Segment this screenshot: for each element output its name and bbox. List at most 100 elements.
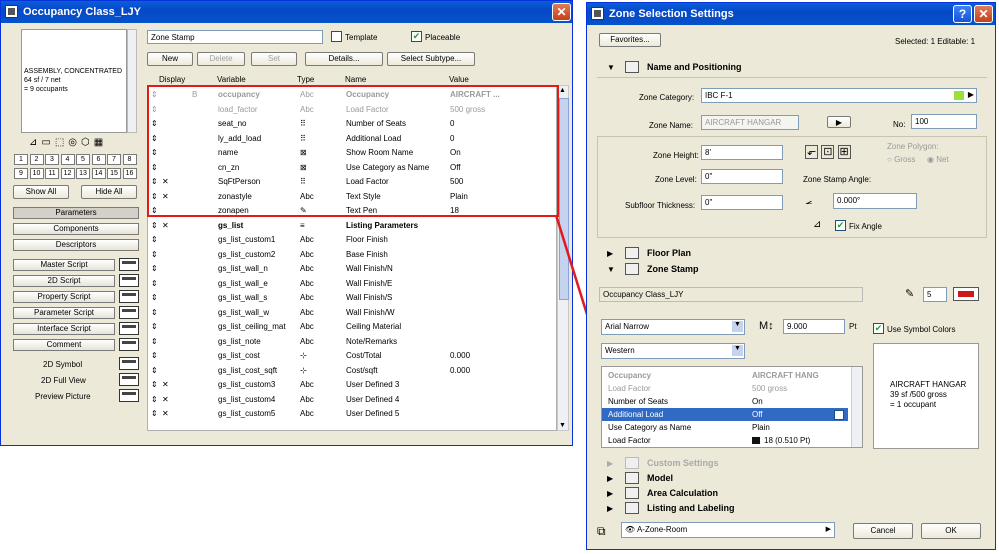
value-cell[interactable]: 18 (450, 206, 459, 215)
stamp-param-value[interactable]: Off (752, 410, 763, 419)
interface-script-button[interactable]: Interface Script (13, 323, 115, 335)
name-cell[interactable]: Cost/sqft (346, 366, 378, 375)
section-floor-plan[interactable]: ▶ Floor Plan (587, 246, 995, 261)
view-list-icon[interactable]: ▦ (94, 137, 107, 148)
net-radio[interactable]: ◉ Net (927, 155, 949, 164)
table-row[interactable]: ⇕ cn_zn ⊠ Use Category as Name Off (148, 160, 556, 174)
view-cube-icon[interactable]: ⬡ (81, 137, 94, 148)
table-row[interactable]: ⇕ zonapen ✎ Text Pen 18 (148, 203, 556, 217)
rectangle-method-icon[interactable]: ⊡ (821, 145, 835, 159)
number-button[interactable]: 14 (91, 168, 106, 179)
zone-level-field[interactable]: 0" (701, 169, 783, 184)
name-cell[interactable]: Load Factor (346, 177, 389, 186)
col-name[interactable]: Name (345, 75, 366, 84)
2d-full-view-window-icon[interactable] (119, 373, 139, 386)
table-row[interactable]: ⇕ ✕ gs_list ≡ Listing Parameters (148, 218, 556, 232)
name-cell[interactable]: Wall Finish/E (346, 279, 392, 288)
value-cell[interactable]: 500 (450, 177, 463, 186)
variable-cell[interactable]: SqFtPerson (218, 177, 260, 186)
zone-category-select[interactable]: IBC F-1 ▶ (701, 88, 977, 103)
variable-cell[interactable]: gs_list_note (218, 337, 261, 346)
stamp-param-row[interactable]: Load Factor 18 (0.510 Pt) (602, 434, 848, 447)
property-script-button[interactable]: Property Script (13, 291, 115, 303)
variable-cell[interactable]: occupancy (218, 90, 260, 99)
view-plan-icon[interactable]: ▭ (41, 137, 54, 148)
number-button[interactable]: 7 (107, 154, 121, 165)
name-cell[interactable]: Base Finish (346, 250, 388, 259)
placeable-checkbox[interactable]: ✔ (411, 31, 422, 42)
delete-button[interactable]: Delete (197, 52, 245, 66)
col-type[interactable]: Type (297, 75, 314, 84)
number-button[interactable]: 9 (14, 168, 28, 179)
name-cell[interactable]: Show Room Name (346, 148, 413, 157)
value-cell[interactable]: Off (450, 163, 461, 172)
2d-symbol-window-icon[interactable] (119, 357, 139, 370)
details-button[interactable]: Details... (305, 52, 383, 66)
name-cell[interactable]: Number of Seats (346, 119, 406, 128)
stamp-param-value[interactable]: AIRCRAFT HANG (752, 371, 819, 380)
table-row[interactable]: ⇕ ✕ gs_list_custom4 Abc User Defined 4 (148, 392, 556, 406)
stamp-param-row[interactable]: Use Category as Name Plain (602, 421, 848, 434)
variable-cell[interactable]: gs_list_wall_n (218, 264, 268, 273)
col-variable[interactable]: Variable (217, 75, 246, 84)
name-cell[interactable]: Additional Load (346, 134, 401, 143)
value-cell[interactable]: 0 (450, 119, 454, 128)
view-3d-icon[interactable]: ⬚ (55, 137, 68, 148)
section-model[interactable]: ▶ Model (587, 471, 995, 486)
number-button[interactable]: 10 (29, 168, 44, 179)
zone-number-field[interactable]: 100 (911, 114, 977, 129)
pen-color-swatch[interactable] (953, 287, 979, 301)
name-cell[interactable]: Text Pen (346, 206, 377, 215)
table-row[interactable]: ⇕ gs_list_custom1 Abc Floor Finish (148, 232, 556, 246)
col-value[interactable]: Value (449, 75, 469, 84)
preview-scrollbar[interactable] (127, 29, 137, 133)
name-cell[interactable]: Occupancy (346, 90, 389, 99)
nav-components[interactable]: Components (13, 223, 139, 235)
name-cell[interactable]: Listing Parameters (346, 221, 418, 230)
stamp-name-field[interactable]: Occupancy Class_LJY (599, 287, 863, 302)
name-cell[interactable]: Wall Finish/S (346, 293, 392, 302)
value-cell[interactable]: 0 (450, 134, 454, 143)
name-cell[interactable]: User Defined 3 (346, 380, 399, 389)
section-zone-stamp[interactable]: ▼ Zone Stamp (587, 262, 995, 277)
value-checkbox-icon[interactable] (834, 410, 844, 420)
parameter-script-window-icon[interactable] (119, 306, 139, 319)
nav-descriptors[interactable]: Descriptors (13, 239, 139, 251)
variable-cell[interactable]: gs_list_ceiling_mat (218, 322, 286, 331)
close-button[interactable]: ✕ (552, 3, 571, 21)
subfloor-field[interactable]: 0" (701, 195, 783, 210)
name-cell[interactable]: Floor Finish (346, 235, 388, 244)
value-cell[interactable]: 0.000 (450, 366, 470, 375)
table-scrollbar[interactable]: ▲ ▼ (557, 85, 569, 431)
master-script-window-icon[interactable] (119, 258, 139, 271)
table-row[interactable]: ⇕ gs_list_wall_s Abc Wall Finish/S (148, 290, 556, 304)
name-cell[interactable]: Use Category as Name (346, 163, 429, 172)
table-row[interactable]: ⇕ ly_add_load ⠿ Additional Load 0 (148, 131, 556, 145)
variable-cell[interactable]: gs_list_custom1 (218, 235, 275, 244)
table-row[interactable]: ⇕ seat_no ⠿ Number of Seats 0 (148, 116, 556, 130)
number-button[interactable]: 5 (76, 154, 90, 165)
pen-number-field[interactable]: 5 (923, 287, 947, 302)
comment-button[interactable]: Comment (13, 339, 115, 351)
name-cell[interactable]: User Defined 5 (346, 409, 399, 418)
stamp-param-value[interactable]: Plain (752, 423, 770, 432)
number-button[interactable]: 15 (107, 168, 121, 179)
zone-name-field[interactable]: AIRCRAFT HANGAR (701, 115, 799, 130)
number-button[interactable]: 16 (122, 168, 137, 179)
angle-field[interactable]: 0.000° (833, 193, 917, 209)
text-size-field[interactable]: 9.000 (783, 319, 845, 334)
name-cell[interactable]: Cost/Total (346, 351, 382, 360)
variable-cell[interactable]: gs_list (218, 221, 243, 230)
value-cell[interactable]: 500 gross (450, 105, 485, 114)
table-row[interactable]: ⇕ gs_list_wall_w Abc Wall Finish/W (148, 305, 556, 319)
number-button[interactable]: 6 (91, 154, 106, 165)
stamp-param-row[interactable]: Load Factor 500 gross (602, 382, 848, 395)
name-cell[interactable]: Text Style (346, 192, 381, 201)
section-name-positioning[interactable]: ▼ Name and Positioning (587, 60, 995, 75)
number-button[interactable]: 1 (14, 154, 28, 165)
favorites-button[interactable]: Favorites... (599, 33, 661, 47)
stamp-param-row[interactable]: Occupancy AIRCRAFT HANG (602, 369, 848, 382)
value-cell[interactable]: AIRCRAFT ... (450, 90, 500, 99)
2d-script-window-icon[interactable] (119, 274, 139, 287)
number-button[interactable]: 4 (60, 154, 75, 165)
